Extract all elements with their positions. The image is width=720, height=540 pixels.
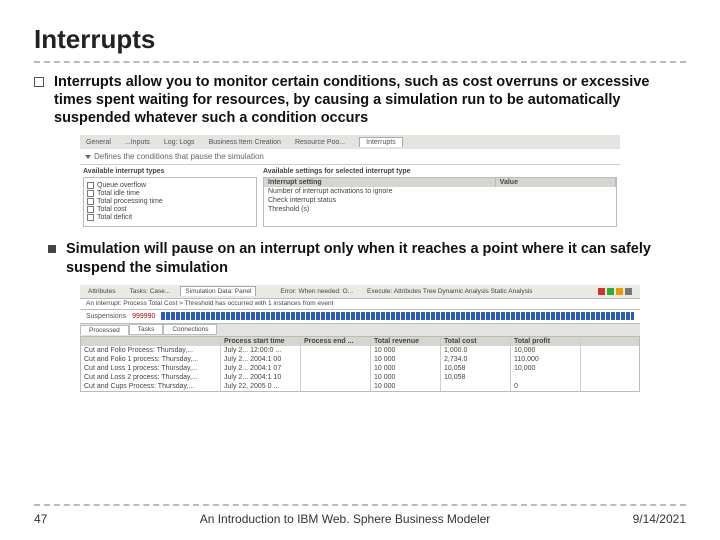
bullet-icon <box>48 245 56 253</box>
simulation-control-screenshot: AttributesTasks: Case...Simulation Data:… <box>80 285 640 392</box>
bullet-icon <box>34 77 44 87</box>
footer: 47 An Introduction to IBM Web. Sphere Bu… <box>34 504 686 526</box>
progress-bar <box>161 312 634 320</box>
page-number: 47 <box>34 512 94 526</box>
footer-title: An Introduction to IBM Web. Sphere Busin… <box>94 512 596 526</box>
footer-date: 9/14/2021 <box>596 512 686 526</box>
control-icons <box>594 287 636 296</box>
paragraph-2: Simulation will pause on an interrupt on… <box>66 240 686 276</box>
interrupt-settings-screenshot: General...InputsLog: LogsBusiness Item C… <box>80 135 620 230</box>
paragraph-1: Interrupts allow you to monitor certain … <box>54 73 686 127</box>
slide-title: Interrupts <box>34 24 686 63</box>
